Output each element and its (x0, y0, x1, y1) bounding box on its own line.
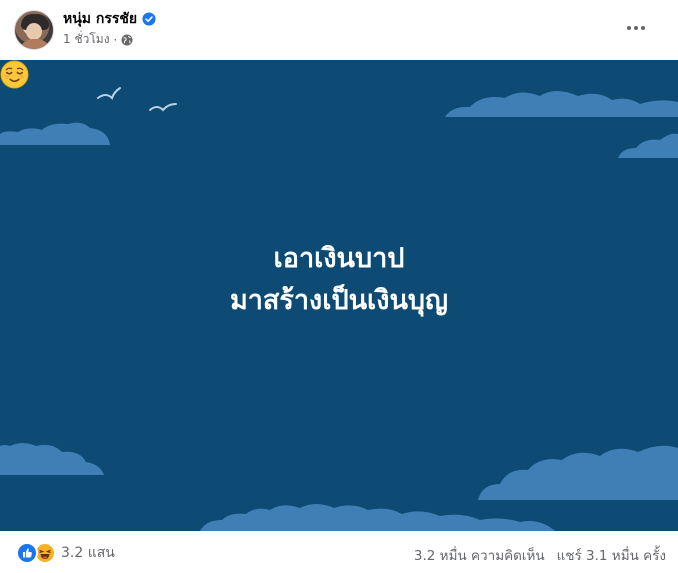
author-avatar[interactable] (14, 10, 54, 50)
post-header: หนุ่ม กรรชัย 1 ชั่วโมง · (0, 0, 678, 60)
reactions-count[interactable]: 3.2 แสน (61, 542, 115, 564)
post-background: เอาเงินบาป มาสร้างเป็นเงินบุญ (0, 60, 678, 531)
post-meta: 1 ชั่วโมง · (63, 30, 133, 49)
shares-count[interactable]: แชร์ 3.1 หมื่น ครั้ง (557, 544, 666, 566)
post-stats-bar: 3.2 แสน 3.2 หมื่น ความคิดเห็น แชร์ 3.1 ห… (0, 531, 678, 573)
verified-badge-icon (142, 12, 156, 26)
post-text: เอาเงินบาป มาสร้างเป็นเงินบุญ (0, 238, 678, 322)
avatar-face (26, 23, 42, 40)
globe-icon[interactable] (121, 34, 133, 46)
post-time[interactable]: 1 ชั่วโมง (63, 30, 110, 49)
meta-separator: · (113, 32, 118, 47)
post-text-line1: เอาเงินบาป (273, 243, 405, 274)
avatar-shirt (19, 39, 51, 49)
engagement-stats: 3.2 หมื่น ความคิดเห็น แชร์ 3.1 หมื่น ครั… (414, 544, 666, 566)
more-options-icon[interactable] (620, 14, 652, 42)
comments-count[interactable]: 3.2 หมื่น ความคิดเห็น (414, 544, 545, 566)
like-icon (16, 542, 38, 564)
post-text-line2: มาสร้างเป็นเงินบุญ (229, 285, 449, 316)
author-name[interactable]: หนุ่ม กรรชัย (63, 8, 137, 30)
author-name-row: หนุ่ม กรรชัย (63, 8, 156, 30)
relieved-face-emoji (0, 60, 29, 89)
reactions-summary[interactable]: 3.2 แสน (16, 542, 115, 564)
